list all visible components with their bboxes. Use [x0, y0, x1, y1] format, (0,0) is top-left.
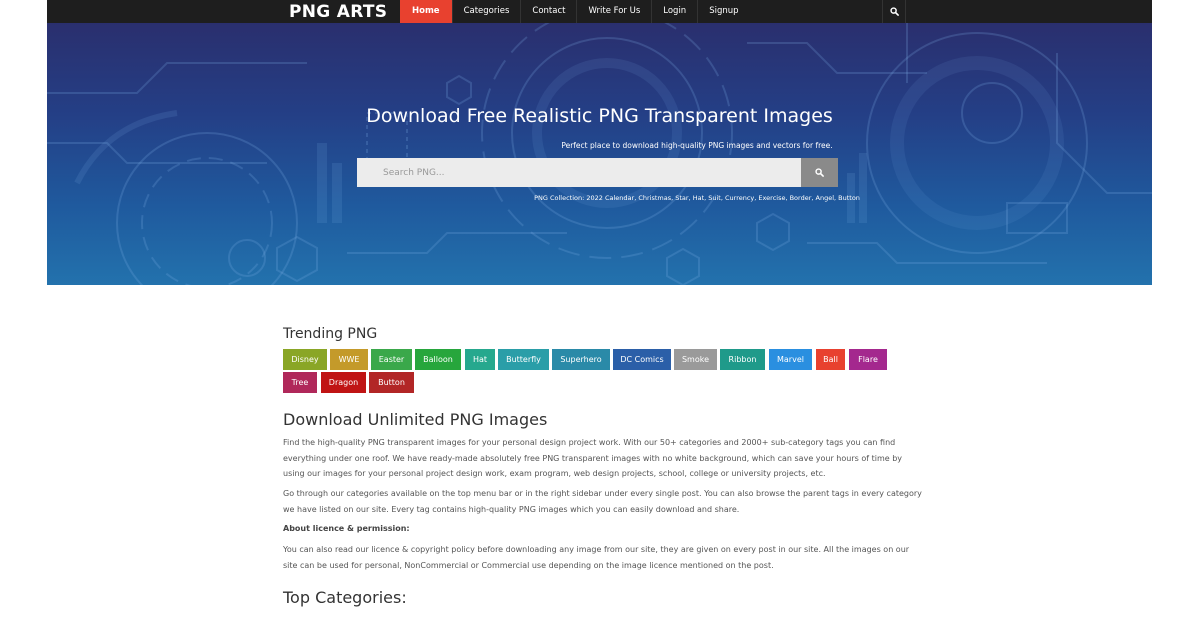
tag-button[interactable]: Button: [369, 372, 414, 393]
top-navbar: PNG ARTS Home Categories Contact Write For …: [47, 0, 1152, 23]
nav-item-login[interactable]: Login: [651, 0, 697, 23]
tag-wwe[interactable]: WWE: [330, 349, 368, 370]
tag-ribbon[interactable]: Ribbon: [720, 349, 765, 370]
tag-easter[interactable]: Easter: [371, 349, 412, 370]
nav-item-contact[interactable]: Contact: [520, 0, 576, 23]
tag-disney[interactable]: Disney: [283, 349, 327, 370]
tag-smoke[interactable]: Smoke: [674, 349, 717, 370]
licence-paragraph: You can also read our licence & copyrigh…: [283, 545, 910, 570]
search-bar: [357, 158, 838, 187]
download-heading: Download Unlimited PNG Images: [283, 410, 548, 429]
tag-hat[interactable]: Hat: [465, 349, 495, 370]
tag-ball[interactable]: Ball: [816, 349, 845, 370]
browse-paragraph: Go through our categories available on t…: [283, 489, 922, 514]
trending-heading: Trending PNG: [283, 326, 378, 342]
hero-banner: Download Free Realistic PNG Transparent …: [47, 23, 1152, 285]
hero-title: Download Free Realistic PNG Transparent …: [366, 105, 833, 127]
tech-background-graphic: [47, 23, 1152, 285]
nav-item-signup[interactable]: Signup: [697, 0, 749, 23]
tag-dc-comics[interactable]: DC Comics: [613, 349, 671, 370]
hero-subtitle: Perfect place to download high-quality P…: [561, 141, 833, 150]
search-input[interactable]: [357, 158, 801, 187]
page: PNG ARTS Home Categories Contact Write For …: [47, 0, 1152, 630]
nav-item-categories[interactable]: Categories: [451, 0, 521, 23]
tag-marvel[interactable]: Marvel: [769, 349, 812, 370]
search-icon: [815, 168, 824, 177]
tag-superhero[interactable]: Superhero: [552, 349, 610, 370]
nav-item-home[interactable]: Home: [400, 0, 452, 23]
tag-balloon[interactable]: Balloon: [415, 349, 461, 370]
nav-item-write-for-us[interactable]: Write For Us: [576, 0, 651, 23]
search-icon: [889, 7, 899, 16]
site-logo[interactable]: PNG ARTS: [289, 2, 387, 22]
nav-search-button[interactable]: [882, 0, 906, 23]
intro-paragraph: Find the high-quality PNG transparent im…: [283, 438, 903, 478]
search-button[interactable]: [801, 158, 838, 187]
tag-dragon[interactable]: Dragon: [321, 372, 366, 393]
tag-butterfly[interactable]: Butterfly: [498, 349, 549, 370]
main-nav: Home Categories Contact Write For Us Login Si…: [400, 0, 750, 23]
png-collection-links[interactable]: PNG Collection: 2022 Calendar, Christmas…: [47, 194, 1152, 202]
licence-heading: About licence & permission:: [283, 524, 410, 533]
top-categories-heading: Top Categories:: [283, 588, 407, 607]
tag-tree[interactable]: Tree: [283, 372, 317, 393]
tag-flare[interactable]: Flare: [849, 349, 887, 370]
